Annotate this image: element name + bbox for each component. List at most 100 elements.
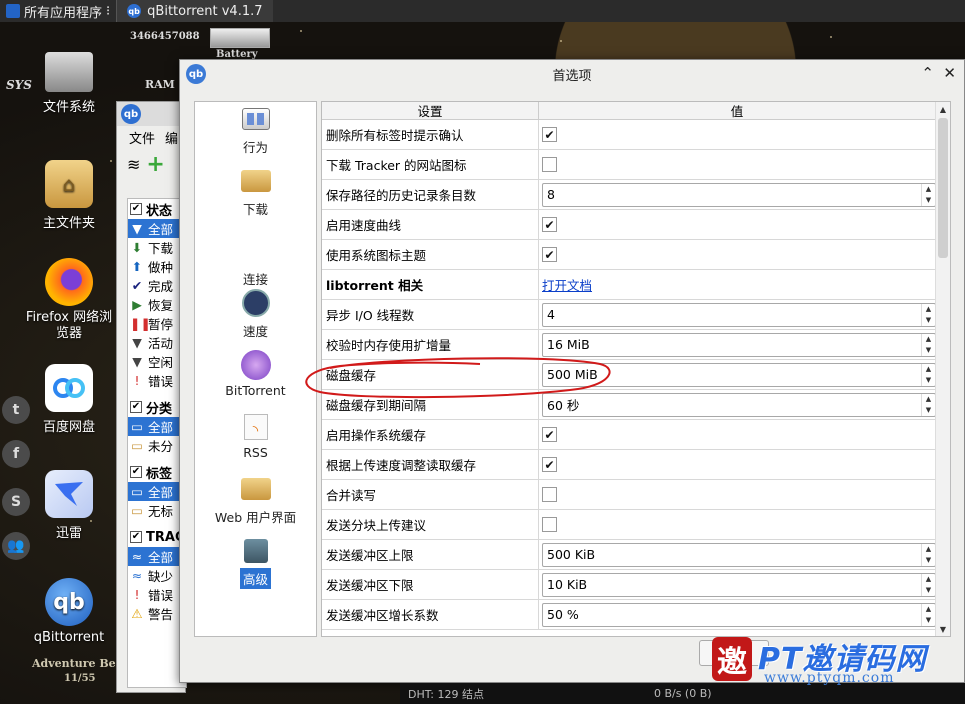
category-behavior[interactable]: 行为 — [195, 106, 316, 157]
spinbox-arrows[interactable]: ▲ ▼ — [921, 543, 935, 566]
spinbox-arrows[interactable]: ▲ ▼ — [921, 393, 935, 416]
section-toggle-checkbox[interactable]: ✔ — [130, 531, 142, 543]
filter-item[interactable]: ▭ 全部 — [128, 417, 186, 436]
taskbar-item-qbittorrent[interactable]: qb qBittorrent v4.1.7 — [116, 0, 273, 22]
desktop-icon-qbittorrent[interactable]: qb qBittorrent — [25, 578, 113, 645]
menu-edit[interactable]: 编 — [165, 128, 178, 147]
facebook-icon[interactable]: f — [2, 440, 30, 468]
category-connection[interactable]: 连接 — [195, 238, 316, 289]
filter-item[interactable]: ≈ 缺少 — [128, 566, 186, 585]
contacts-icon[interactable]: 👥 — [2, 532, 30, 560]
column-header-setting[interactable]: 设置 — [322, 102, 539, 119]
filter-item[interactable]: ≈ 全部 — [128, 547, 186, 566]
checkmark-icon: ✔ — [544, 427, 555, 442]
filter-item[interactable]: ! 错误 — [128, 585, 186, 604]
close-button[interactable]: ✕ — [943, 64, 956, 82]
section-toggle-checkbox[interactable]: ✔ — [130, 401, 142, 413]
spin-down-icon[interactable]: ▼ — [926, 616, 931, 624]
filter-item[interactable]: ▼ 活动 — [128, 333, 186, 352]
category-web-ui[interactable]: Web 用户界面 — [195, 476, 316, 527]
setting-checkbox[interactable] — [542, 517, 557, 532]
spinbox-arrows[interactable]: ▲ ▼ — [921, 363, 935, 386]
apps-menu-button[interactable]: 所有应用程序 ⁝ — [0, 0, 116, 22]
category-advanced-tools[interactable]: 高级 — [195, 538, 316, 589]
filter-item[interactable]: ⚠ 警告 — [128, 604, 186, 623]
spinbox-arrows[interactable]: ▲ ▼ — [921, 573, 935, 596]
filter-section-header[interactable]: ✔ 状态 — [128, 199, 186, 219]
filter-item[interactable]: ▭ 未分 — [128, 436, 186, 455]
menu-file[interactable]: 文件 — [129, 128, 155, 147]
spin-up-icon[interactable]: ▲ — [926, 185, 931, 193]
open-docs-link[interactable]: 打开文档 — [542, 275, 592, 294]
setting-spinbox[interactable]: 16 MiB ▲ ▼ — [542, 332, 936, 357]
vertical-scrollbar[interactable]: ▲ ▼ — [935, 102, 950, 636]
scroll-thumb[interactable] — [938, 118, 948, 258]
setting-checkbox[interactable] — [542, 157, 557, 172]
filter-item[interactable]: ❚❚ 暂停 — [128, 314, 186, 333]
desktop-icon-filesystem[interactable]: 文件系统 — [25, 52, 113, 115]
maximize-button[interactable]: ⌃ — [921, 64, 934, 82]
spinbox-arrows[interactable]: ▲ ▼ — [921, 603, 935, 626]
filter-section-header[interactable]: ✔ 分类 — [128, 397, 186, 417]
spin-down-icon[interactable]: ▼ — [926, 196, 931, 204]
setting-checkbox[interactable]: ✔ — [542, 427, 557, 442]
desktop-icon-home[interactable]: ⌂ 主文件夹 — [25, 160, 113, 231]
filter-item[interactable]: ⬇ 下载 — [128, 238, 186, 257]
setting-spinbox[interactable]: 4 ▲ ▼ — [542, 302, 936, 327]
category-rss[interactable]: ◝ RSS — [195, 414, 316, 461]
desktop-icon-firefox[interactable]: Firefox 网络浏览器 — [24, 258, 114, 342]
filter-sidebar: ✔ 状态 ▼ 全部 ⬇ 下载 ⬆ 做种 ✔ 完成 ▶ 恢复 ❚❚ 暂停 ▼ 活动 ▼ 空闲! 错误 ✔ 分类 ▭ 全部 ▭ 未分… — [127, 198, 187, 688]
setting-checkbox[interactable]: ✔ — [542, 457, 557, 472]
spin-down-icon[interactable]: ▼ — [926, 406, 931, 414]
category-bittorrent[interactable]: BitTorrent — [195, 350, 316, 399]
desktop-icon-xunlei[interactable]: 迅雷 — [25, 470, 113, 541]
filter-item[interactable]: ▼ 全部 — [128, 219, 186, 238]
setting-spinbox[interactable]: 60 秒 ▲ ▼ — [542, 392, 936, 417]
spin-up-icon[interactable]: ▲ — [926, 305, 931, 313]
column-header-value[interactable]: 值 — [539, 102, 936, 119]
spin-down-icon[interactable]: ▼ — [926, 586, 931, 594]
filter-section-header[interactable]: ✔ 标签 — [128, 462, 186, 482]
category-speed-gauge[interactable]: 速度 — [195, 289, 316, 341]
filter-item[interactable]: ▼ 空闲 — [128, 352, 186, 371]
setting-spinbox[interactable]: 10 KiB ▲ ▼ — [542, 572, 936, 597]
spinbox-arrows[interactable]: ▲ ▼ — [921, 183, 935, 206]
spin-up-icon[interactable]: ▲ — [926, 395, 931, 403]
twitter-icon[interactable]: t — [2, 396, 30, 424]
spinbox-arrows[interactable]: ▲ ▼ — [921, 303, 935, 326]
section-toggle-checkbox[interactable]: ✔ — [130, 203, 142, 215]
setting-spinbox[interactable]: 8 ▲ ▼ — [542, 182, 936, 207]
spin-up-icon[interactable]: ▲ — [926, 365, 931, 373]
add-link-icon[interactable]: ≋ — [127, 155, 140, 174]
setting-spinbox[interactable]: 50 % ▲ ▼ — [542, 602, 936, 627]
spin-down-icon[interactable]: ▼ — [926, 556, 931, 564]
spin-up-icon[interactable]: ▲ — [926, 335, 931, 343]
setting-spinbox[interactable]: 500 MiB ▲ ▼ — [542, 362, 936, 387]
section-toggle-checkbox[interactable]: ✔ — [130, 466, 142, 478]
filter-item[interactable]: ✔ 完成 — [128, 276, 186, 295]
category-downloads-folder[interactable]: 下载 — [195, 168, 316, 219]
spinbox-arrows[interactable]: ▲ ▼ — [921, 333, 935, 356]
spin-down-icon[interactable]: ▼ — [926, 376, 931, 384]
skype-icon[interactable]: S — [2, 488, 30, 516]
spin-up-icon[interactable]: ▲ — [926, 605, 931, 613]
scroll-up-icon[interactable]: ▲ — [936, 102, 950, 116]
setting-checkbox[interactable]: ✔ — [542, 217, 557, 232]
setting-checkbox[interactable]: ✔ — [542, 247, 557, 262]
desktop-icon-baidu[interactable]: 百度网盘 — [25, 364, 113, 435]
filter-item[interactable]: ▭ 无标 — [128, 501, 186, 520]
downloads-folder-icon — [240, 168, 271, 194]
filter-item[interactable]: ! 错误 — [128, 371, 186, 390]
spin-down-icon[interactable]: ▼ — [926, 316, 931, 324]
setting-checkbox[interactable]: ✔ — [542, 127, 557, 142]
filter-item[interactable]: ⬆ 做种 — [128, 257, 186, 276]
spin-down-icon[interactable]: ▼ — [926, 346, 931, 354]
spin-up-icon[interactable]: ▲ — [926, 545, 931, 553]
setting-checkbox[interactable] — [542, 487, 557, 502]
filter-item[interactable]: ▶ 恢复 — [128, 295, 186, 314]
spin-up-icon[interactable]: ▲ — [926, 575, 931, 583]
add-torrent-icon[interactable]: + — [146, 152, 164, 177]
setting-spinbox[interactable]: 500 KiB ▲ ▼ — [542, 542, 936, 567]
filter-item[interactable]: ▭ 全部 — [128, 482, 186, 501]
filter-section-header[interactable]: ✔ TRAC — [128, 527, 186, 547]
